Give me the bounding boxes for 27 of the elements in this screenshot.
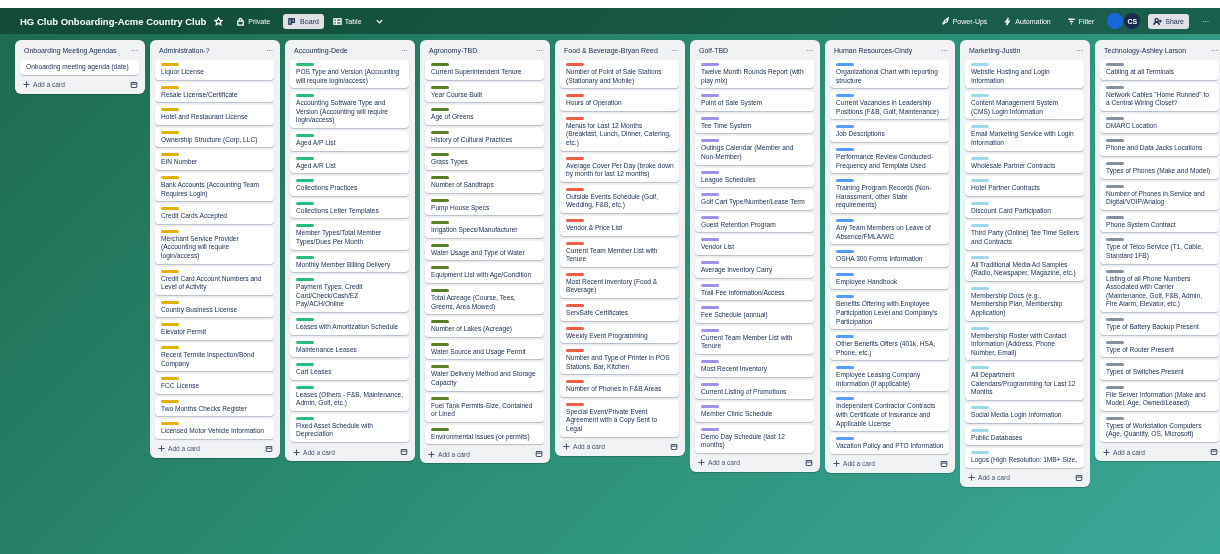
template-icon[interactable] [940, 459, 948, 468]
template-icon[interactable] [400, 448, 408, 457]
template-icon[interactable] [130, 80, 138, 89]
plus-icon [23, 81, 30, 89]
filter-icon [1066, 16, 1076, 26]
template-icon[interactable] [670, 442, 678, 451]
plus-icon [1103, 448, 1110, 456]
bolt-icon [1003, 16, 1013, 26]
template-icon[interactable] [1075, 473, 1083, 482]
rocket-icon [940, 16, 950, 26]
template-icon[interactable] [805, 458, 813, 467]
template-icon[interactable] [1210, 448, 1218, 457]
board-icon [288, 16, 298, 26]
plus-icon [698, 459, 705, 467]
plus-icon [428, 450, 435, 458]
plus-icon [293, 448, 300, 456]
lock-icon [236, 16, 246, 26]
board-title: HG Club Onboarding-Acme Country Club [20, 15, 207, 27]
person-add-icon [1153, 16, 1163, 26]
template-icon[interactable] [265, 444, 273, 453]
star-icon[interactable] [214, 16, 224, 26]
table-icon [332, 16, 342, 26]
template-icon[interactable] [535, 450, 543, 459]
plus-icon [833, 460, 840, 468]
plus-icon [968, 474, 975, 482]
plus-icon [563, 443, 570, 451]
plus-icon [158, 445, 165, 453]
